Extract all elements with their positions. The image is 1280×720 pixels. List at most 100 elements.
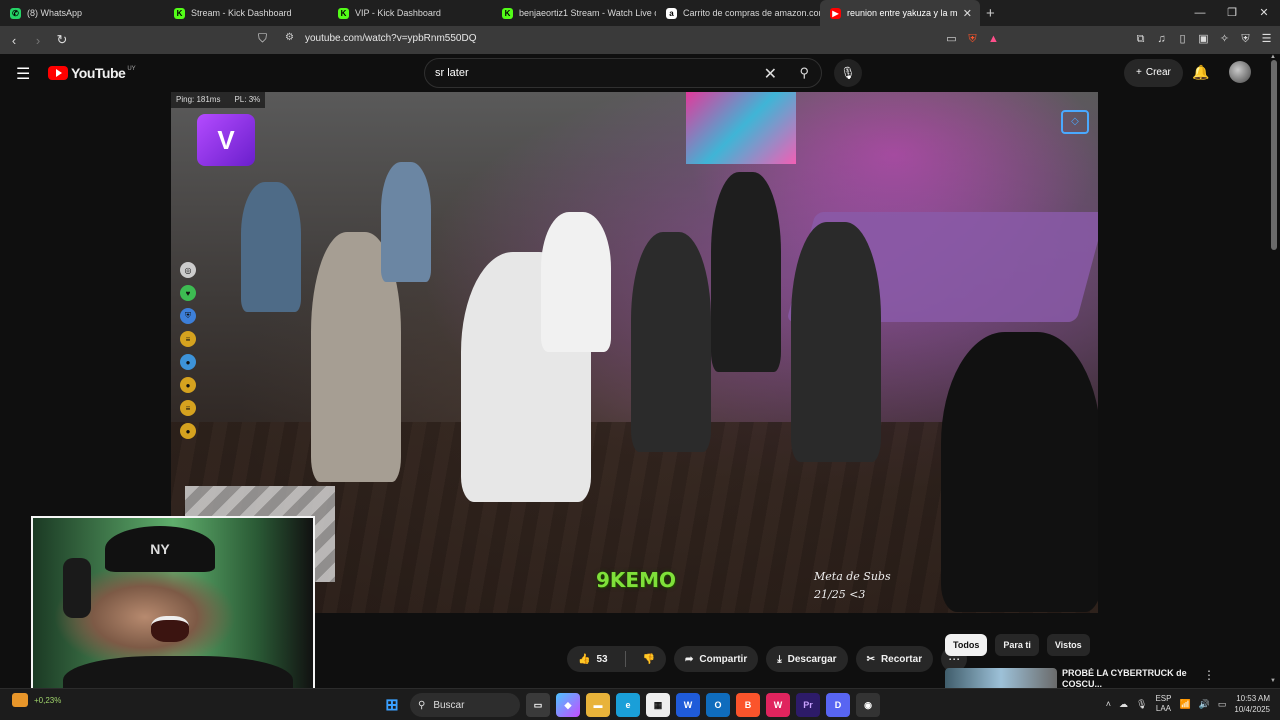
forward-icon[interactable]: ›	[28, 33, 48, 48]
clock-time: 10:53 AM	[1236, 694, 1270, 703]
kick-icon: K	[338, 7, 349, 19]
search-icon: ⚲	[418, 699, 426, 711]
task-view-icon[interactable]: ▭	[526, 693, 550, 717]
download-icon: ⤓	[777, 653, 782, 665]
microphone-icon[interactable]: 🎙	[1136, 699, 1147, 710]
media-icon[interactable]: ♫	[1154, 30, 1169, 48]
clock[interactable]: 10:53 AM 10/4/2025	[1234, 693, 1270, 715]
minimize-icon[interactable]: —	[1184, 0, 1216, 26]
voice-search-icon[interactable]: 🎙	[834, 59, 862, 87]
copilot-icon[interactable]: ◆	[556, 693, 580, 717]
file-explorer-icon[interactable]: ▬	[586, 693, 610, 717]
packet-loss-text: PL: 3%	[234, 95, 261, 104]
clock-date: 10/4/2025	[1234, 705, 1270, 714]
brave-rewards-icon[interactable]: ▲	[986, 30, 1001, 48]
discord-icon[interactable]: D	[826, 693, 850, 717]
tab-kick-stream[interactable]: K Stream - Kick Dashboard	[164, 0, 328, 26]
share-button[interactable]: ➦ Compartir	[674, 646, 759, 672]
ping-text: Ping: 181ms	[176, 95, 221, 104]
search-input[interactable]: sr later	[435, 67, 469, 79]
notifications-bell-icon[interactable]: 🔔	[1192, 64, 1209, 81]
windows-start-icon[interactable]: ⊞	[380, 693, 404, 717]
tab-whatsapp[interactable]: ✆ (8) WhatsApp	[0, 0, 164, 26]
back-icon[interactable]: ‹	[4, 33, 24, 48]
new-tab-button[interactable]: +	[986, 5, 995, 22]
vpn-icon[interactable]: ⛨	[1238, 30, 1253, 48]
browser-menu-icon[interactable]: ☰	[1259, 30, 1274, 48]
streamer-tag: 9KEMO	[596, 568, 676, 592]
close-tab-icon[interactable]: ✕	[963, 7, 972, 20]
recommendation-title[interactable]: PROBÉ LA CYBERTRUCK de COSCU...	[1062, 668, 1192, 688]
address-bar-row: ‹ › ↻ ⛉ ⚙ youtube.com/watch?v=ypbRnm550D…	[0, 26, 1280, 54]
download-button[interactable]: ⤓ Descargar	[766, 646, 848, 672]
chip-para-ti[interactable]: Para ti	[995, 634, 1039, 656]
clear-search-icon[interactable]: ✕	[764, 64, 777, 84]
restore-icon[interactable]: ❐	[1216, 0, 1248, 26]
wallet-icon[interactable]: ▣	[1196, 30, 1211, 48]
outlook-icon[interactable]: O	[706, 693, 730, 717]
tab-amazon[interactable]: a Carrito de compras de amazon.com	[656, 0, 820, 26]
system-tray: ˄ ☁ 🎙 ESP LAA 📶 🔊 ▭ 10:53 AM 10/4/2025	[1106, 693, 1270, 715]
tab-title: benjaeortiz1 Stream - Watch Live on	[519, 8, 656, 18]
sidebar-icon[interactable]: ▯	[1175, 30, 1190, 48]
scissors-icon: ✂	[866, 653, 875, 665]
clip-button[interactable]: ✂ Recortar	[855, 646, 934, 672]
youtube-logo[interactable]: YouTube UY	[48, 65, 136, 81]
leo-ai-icon[interactable]: ✧	[1217, 30, 1232, 48]
volume-icon[interactable]: 🔊	[1199, 699, 1210, 710]
tab-title: VIP - Kick Dashboard	[355, 8, 441, 18]
winrar-icon[interactable]: W	[766, 693, 790, 717]
youtube-header: ☰ YouTube UY sr later ✕ ⚲ 🎙 + Crear 🔔	[0, 54, 1280, 92]
create-button[interactable]: + Crear	[1124, 59, 1183, 87]
tab-kick-vip[interactable]: K VIP - Kick Dashboard	[328, 0, 492, 26]
chip-vistos[interactable]: Vistos	[1046, 634, 1090, 656]
premiere-icon[interactable]: Pr	[796, 693, 820, 717]
tab-title: Carrito de compras de amazon.com	[683, 8, 820, 18]
logo-text: YouTube	[71, 65, 126, 81]
taskbar-search-label: Buscar	[433, 699, 465, 711]
brave-icon[interactable]: B	[736, 693, 760, 717]
reload-icon[interactable]: ↻	[52, 32, 72, 48]
like-count: 53	[596, 653, 608, 665]
site-info-icon[interactable]: ⚙	[285, 32, 294, 43]
scroll-down-icon[interactable]: ▼	[1270, 678, 1276, 684]
edge-icon[interactable]: e	[616, 693, 640, 717]
search-box[interactable]: sr later ✕ ⚲	[424, 58, 822, 88]
streamer-webcam: NY	[31, 516, 315, 700]
taskbar-search[interactable]: ⚲ Buscar	[410, 693, 520, 717]
recommendation-thumbnail[interactable]	[945, 668, 1057, 688]
download-label: Descargar	[787, 653, 837, 665]
close-window-icon[interactable]: ✕	[1248, 0, 1280, 26]
create-label: Crear	[1145, 67, 1171, 78]
store-icon[interactable]: ▦	[646, 693, 670, 717]
tab-kick-watch[interactable]: K benjaeortiz1 Stream - Watch Live on	[492, 0, 656, 26]
cap: NY	[105, 526, 215, 572]
game-wall-poster	[686, 92, 796, 164]
steam-icon[interactable]: ◉	[856, 693, 880, 717]
game-character	[631, 232, 711, 452]
tray-chevron-icon[interactable]: ˄	[1106, 699, 1111, 709]
language-indicator[interactable]: ESP LAA	[1155, 694, 1171, 714]
cast-icon[interactable]: ▭	[944, 30, 959, 48]
window-controls: — ❐ ✕	[1184, 0, 1280, 26]
word-icon[interactable]: W	[676, 693, 700, 717]
screenshot-icon[interactable]: ⧉	[1133, 30, 1148, 48]
weather-widget[interactable]: +0,23%	[12, 693, 61, 707]
url-field[interactable]: youtube.com/watch?v=ypbRnm550DQ	[305, 33, 476, 44]
battery-icon[interactable]: ▭	[1218, 699, 1227, 710]
search-icon[interactable]: ⚲	[799, 65, 809, 81]
brave-shield-icon[interactable]: ⛨	[965, 30, 980, 48]
bookmark-icon[interactable]: ⛉	[258, 31, 267, 46]
page-scrollbar[interactable]	[1271, 60, 1277, 250]
tab-youtube-active[interactable]: ▶ reunion entre yakuza y la mafi ✕	[820, 0, 980, 26]
onedrive-icon[interactable]: ☁	[1119, 699, 1128, 710]
dislike-button[interactable]: 👎	[632, 646, 666, 672]
chip-todos[interactable]: Todos	[945, 634, 988, 656]
hamburger-menu-icon[interactable]: ☰	[16, 64, 30, 84]
clip-label: Recortar	[880, 653, 923, 665]
windows-taskbar: +0,23% ⊞ ⚲ Buscar ▭ ◆ ▬ e ▦ W O B W Pr D…	[0, 688, 1280, 720]
recommendation-menu-icon[interactable]: ⋮	[1203, 668, 1215, 682]
wifi-icon[interactable]: 📶	[1179, 699, 1190, 710]
account-avatar[interactable]	[1229, 61, 1251, 83]
like-button[interactable]: 👍 53	[567, 646, 619, 672]
